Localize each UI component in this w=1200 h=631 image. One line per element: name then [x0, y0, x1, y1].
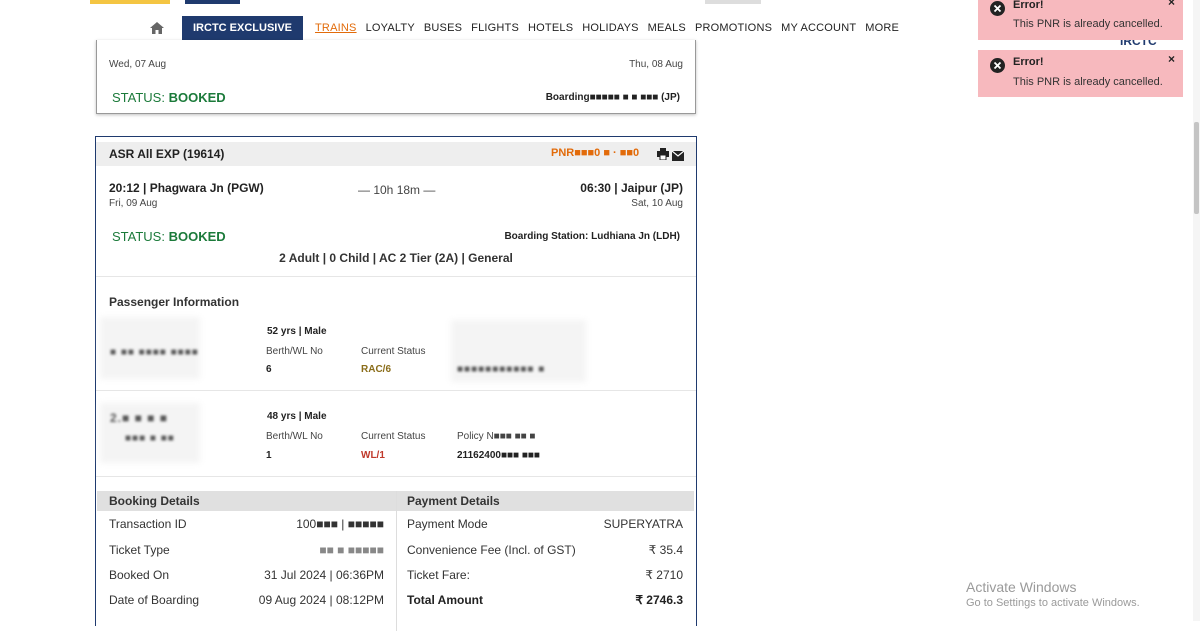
arrival-date: Sat, 10 Aug: [631, 198, 683, 209]
activate-windows-subtitle: Go to Settings to activate Windows.: [966, 597, 1140, 609]
berth-label: Berth/WL No: [266, 431, 323, 442]
policy-number-value: 21162400■■■ ■■■: [457, 450, 540, 461]
main-nav: IRCTC EXCLUSIVE TRAINS LOYALTY BUSES FLI…: [150, 16, 908, 40]
convenience-fee-label: Convenience Fee (Incl. of GST): [407, 543, 576, 557]
nav-flights[interactable]: FLIGHTS: [471, 22, 519, 34]
current-status-value: RAC/6: [361, 364, 392, 375]
departure-date: Fri, 09 Aug: [109, 198, 158, 209]
passenger-name-redacted: ■■■ ■ ■■: [125, 433, 175, 444]
payment-mode-value: SUPERYATRA: [603, 517, 683, 531]
top-header-strip: [90, 0, 910, 6]
irctc-exclusive-button[interactable]: IRCTC EXCLUSIVE: [182, 16, 304, 40]
transaction-id-value: 100■■■ | ■■■■■: [296, 517, 384, 531]
print-icon[interactable]: [657, 147, 669, 165]
ticket-summary: 2 Adult | 0 Child | AC 2 Tier (2A) | Gen…: [279, 251, 513, 265]
column-divider: [396, 491, 397, 631]
transaction-id-label: Transaction ID: [109, 517, 187, 531]
email-icon[interactable]: [671, 148, 685, 166]
error-toast: Error! This PNR is already cancelled. ×: [978, 0, 1183, 40]
scrollbar-thumb[interactable]: [1194, 122, 1199, 214]
error-icon: [990, 58, 1005, 73]
toast-message: This PNR is already cancelled.: [1013, 76, 1163, 88]
ticket-fare-value: ₹ 2710: [645, 568, 683, 582]
passenger-age-gender: 48 yrs | Male: [267, 411, 327, 422]
payment-mode-label: Payment Mode: [407, 517, 488, 531]
ticket-type-label: Ticket Type: [109, 543, 170, 557]
passenger-name-redacted: ■ ■■ ■■■■ ■■■■: [110, 347, 199, 358]
berth-label: Berth/WL No: [266, 346, 323, 357]
activate-windows-title: Activate Windows: [966, 579, 1077, 595]
toast-close-icon[interactable]: ×: [1168, 0, 1175, 9]
divider: [96, 390, 696, 391]
nav-my-account[interactable]: MY ACCOUNT: [781, 22, 856, 34]
boarding-station: Boarding Station: Ludhiana Jn (LDH): [504, 231, 680, 242]
boarding-station: Boarding■■■■■ ■ ■ ■■■ (JP): [545, 92, 680, 103]
booking-card: ASR All EXP (19614) PNR■■■0 ■ · ■■0 20:1…: [95, 136, 697, 631]
toast-title: Error!: [1013, 0, 1044, 11]
home-icon[interactable]: [150, 22, 164, 34]
journey-duration: — 10h 18m —: [358, 183, 436, 197]
toast-message: This PNR is already cancelled.: [1013, 18, 1163, 30]
date-of-boarding-value: 09 Aug 2024 | 08:12PM: [258, 593, 384, 607]
policy-redacted: ■■■■■■■■■■■ ■: [457, 364, 546, 375]
current-status-label: Current Status: [361, 346, 426, 357]
nav-hotels[interactable]: HOTELS: [528, 22, 573, 34]
booking-details-title: Booking Details: [109, 494, 200, 508]
toast-title: Error!: [1013, 56, 1044, 68]
arrival-time-station: 06:30 | Jaipur (JP): [580, 181, 683, 195]
current-status-value: WL/1: [361, 450, 385, 461]
passenger-index-redacted: 2.■ ■ ■ ■: [110, 411, 169, 425]
nav-buses[interactable]: BUSES: [424, 22, 462, 34]
toast-close-icon[interactable]: ×: [1168, 52, 1175, 66]
scrollbar-track[interactable]: [1193, 0, 1200, 621]
error-toast: Error! This PNR is already cancelled. ×: [978, 50, 1183, 97]
nav-more[interactable]: MORE: [865, 22, 899, 34]
payment-details-title: Payment Details: [407, 494, 500, 508]
divider: [96, 476, 696, 477]
departure-date: Wed, 07 Aug: [109, 59, 167, 70]
total-amount-label: Total Amount: [407, 593, 483, 607]
ticket-type-value: ■■ ■ ■■■■■: [319, 543, 384, 557]
ticket-fare-label: Ticket Fare:: [407, 568, 470, 582]
nav-meals[interactable]: MEALS: [648, 22, 686, 34]
train-name: ASR All EXP (19614): [109, 147, 225, 161]
berth-number: 6: [266, 364, 272, 375]
policy-number-label: Policy N■■■ ■■ ■: [457, 431, 536, 442]
berth-number: 1: [266, 450, 272, 461]
booking-status: STATUS: BOOKED: [112, 90, 226, 105]
departure-time-station: 20:12 | Phagwara Jn (PGW): [109, 181, 264, 195]
passenger-age-gender: 52 yrs | Male: [267, 326, 327, 337]
nav-holidays[interactable]: HOLIDAYS: [582, 22, 638, 34]
nav-trains[interactable]: TRAINS: [315, 22, 357, 34]
booked-on-value: 31 Jul 2024 | 06:36PM: [264, 568, 384, 582]
divider: [96, 276, 696, 277]
total-amount-value: ₹ 2746.3: [635, 593, 683, 607]
arrival-date: Thu, 08 Aug: [629, 59, 683, 70]
error-icon: [990, 1, 1005, 16]
booking-status: STATUS: BOOKED: [112, 229, 226, 244]
booked-on-label: Booked On: [109, 568, 170, 582]
booking-card-previous: Wed, 07 Aug Thu, 08 Aug STATUS: BOOKED B…: [96, 40, 696, 114]
date-of-boarding-label: Date of Boarding: [109, 593, 200, 607]
convenience-fee-value: ₹ 35.4: [648, 543, 683, 557]
current-status-label: Current Status: [361, 431, 426, 442]
nav-loyalty[interactable]: LOYALTY: [366, 22, 415, 34]
nav-promotions[interactable]: PROMOTIONS: [695, 22, 772, 34]
passenger-info-title: Passenger Information: [109, 295, 240, 309]
pnr-number: PNR■■■0 ■ · ■■0: [551, 147, 640, 159]
